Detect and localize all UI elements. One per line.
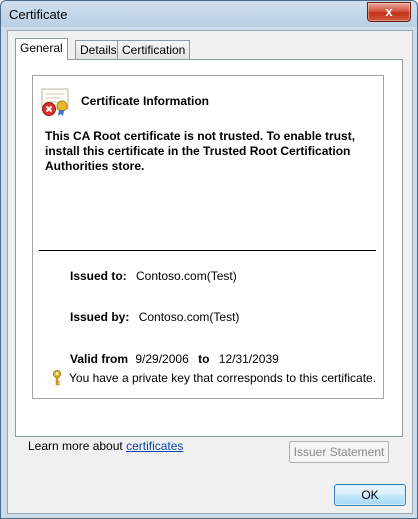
dialog-body: General Details Certification Path — [7, 30, 413, 514]
issuer-statement-button[interactable]: Issuer Statement — [289, 441, 389, 463]
valid-to-label: to — [198, 352, 210, 366]
issued-by-label: Issued by: — [70, 310, 130, 324]
divider — [39, 250, 376, 251]
tab-general[interactable]: General — [15, 38, 68, 60]
issued-to-row: Issued to: Contoso.com(Test) — [70, 269, 237, 283]
tab-details-label: Details — [80, 43, 117, 57]
close-button[interactable]: x — [367, 2, 411, 22]
title-bar[interactable]: Certificate x — [1, 1, 417, 29]
issued-to-value: Contoso.com(Test) — [136, 269, 237, 283]
issued-by-row: Issued by: Contoso.com(Test) — [70, 310, 239, 324]
tab-details[interactable]: Details — [75, 40, 122, 59]
valid-from-label: Valid from — [70, 352, 129, 366]
certificate-info-heading: Certificate Information — [81, 94, 210, 108]
valid-from-value: 9/29/2006 — [135, 352, 189, 366]
learn-more-text: Learn more about certificates — [28, 439, 183, 453]
validity-row: Valid from 9/29/2006 to 12/31/2039 — [70, 352, 279, 366]
general-tab-panel: Certificate Information This CA Root cer… — [15, 59, 403, 463]
certificates-link[interactable]: certificates — [126, 439, 183, 453]
ok-button[interactable]: OK — [334, 484, 406, 506]
key-icon — [53, 370, 61, 386]
tab-certification-path[interactable]: Certification Path — [117, 40, 191, 75]
untrusted-certificate-icon — [41, 88, 69, 116]
close-icon: x — [385, 4, 393, 19]
window-title: Certificate — [9, 7, 68, 22]
certificate-window: Certificate x General Details Certificat… — [0, 0, 418, 519]
issued-by-value: Contoso.com(Test) — [138, 310, 240, 324]
trust-warning-text: This CA Root certificate is not trusted.… — [45, 129, 356, 173]
issued-to-label: Issued to: — [70, 269, 127, 283]
tab-general-label: General — [20, 41, 63, 55]
certificate-info-frame: Certificate Information This CA Root cer… — [32, 75, 384, 399]
private-key-text: You have a private key that corresponds … — [69, 371, 377, 385]
valid-to-value: 12/31/2039 — [218, 352, 279, 366]
learn-more-prefix: Learn more about — [28, 439, 127, 453]
